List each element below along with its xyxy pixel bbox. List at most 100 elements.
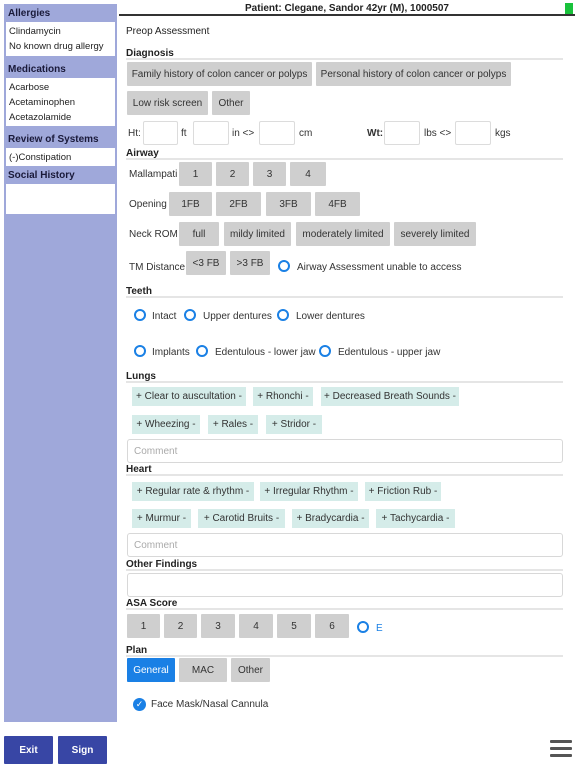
asa-2-button[interactable]: 2	[164, 614, 197, 638]
heart-murmur-tag[interactable]: + Murmur -	[132, 509, 191, 528]
diagnosis-other-button[interactable]: Other	[212, 91, 250, 115]
mallampati-2-button[interactable]: 2	[216, 162, 249, 186]
airway-unable-label: Airway Assessment unable to access	[297, 262, 462, 273]
opening-label: Opening	[129, 199, 167, 210]
heart-bradycardia-tag[interactable]: + Bradycardia -	[292, 509, 369, 528]
teeth-lower-dentures-radio[interactable]	[277, 309, 289, 321]
list-item: Clindamycin	[9, 26, 61, 37]
weight-label: Wt:	[367, 128, 384, 139]
neck-full-button[interactable]: full	[179, 222, 219, 246]
diagnosis-personal-history-button[interactable]: Personal history of colon cancer or poly…	[316, 62, 511, 86]
heart-header: Heart	[126, 464, 563, 476]
neck-mildly-limited-button[interactable]: mildy limited	[224, 222, 291, 246]
neck-severely-limited-button[interactable]: severely limited	[394, 222, 476, 246]
heart-comment-input[interactable]: Comment	[127, 533, 563, 557]
asa-emergency-radio[interactable]	[357, 621, 369, 633]
diagnosis-low-risk-button[interactable]: Low risk screen	[127, 91, 208, 115]
plan-general-button[interactable]: General	[127, 658, 175, 682]
height-label: Ht:	[128, 128, 141, 139]
airway-header: Airway	[126, 148, 563, 160]
teeth-intact-label: Intact	[152, 311, 177, 322]
heart-regular-rhythm-tag[interactable]: + Regular rate & rhythm -	[132, 482, 254, 501]
patient-header: Patient: Clegane, Sandor 42yr (M), 10005…	[119, 2, 575, 16]
lungs-comment-input[interactable]: Comment	[127, 439, 563, 463]
opening-1fb-button[interactable]: 1FB	[169, 192, 212, 216]
mallampati-label: Mallampati	[129, 169, 178, 180]
weight-lbs-input[interactable]	[384, 121, 420, 145]
in-unit: in <>	[232, 128, 255, 139]
asa-4-button[interactable]: 4	[239, 614, 273, 638]
exit-button[interactable]: Exit	[4, 736, 53, 764]
lungs-rales-tag[interactable]: + Rales -	[208, 415, 258, 434]
height-in-input[interactable]	[193, 121, 229, 145]
teeth-edentulous-lower-label: Edentulous - lower jaw	[215, 347, 316, 358]
weight-kgs-input[interactable]	[455, 121, 491, 145]
airway-unable-radio[interactable]	[278, 260, 290, 272]
sign-button[interactable]: Sign	[58, 736, 107, 764]
diagnosis-header: Diagnosis	[126, 48, 563, 60]
allergies-header: Allergies	[4, 4, 117, 22]
kgs-unit: kgs	[495, 128, 511, 139]
opening-3fb-button[interactable]: 3FB	[266, 192, 311, 216]
tm-more-3fb-button[interactable]: >3 FB	[230, 251, 270, 275]
tm-distance-label: TM Distance	[129, 262, 186, 273]
page-title: Preop Assessment	[126, 26, 210, 37]
asa-1-button[interactable]: 1	[127, 614, 160, 638]
main-content: Preop Assessment Diagnosis Family histor…	[119, 18, 575, 724]
heart-friction-rub-tag[interactable]: + Friction Rub -	[365, 482, 441, 501]
heart-tachycardia-tag[interactable]: + Tachycardia -	[376, 509, 455, 528]
opening-4fb-button[interactable]: 4FB	[315, 192, 360, 216]
teeth-lower-dentures-label: Lower dentures	[296, 311, 365, 322]
lungs-wheezing-tag[interactable]: + Wheezing -	[132, 415, 200, 434]
asa-score-header: ASA Score	[126, 598, 563, 610]
height-cm-input[interactable]	[259, 121, 295, 145]
tm-less-3fb-button[interactable]: <3 FB	[186, 251, 226, 275]
teeth-edentulous-lower-radio[interactable]	[196, 345, 208, 357]
neck-moderately-limited-button[interactable]: moderately limited	[296, 222, 390, 246]
lungs-header: Lungs	[126, 371, 563, 383]
teeth-implants-label: Implants	[152, 347, 190, 358]
asa-emergency-label: E	[376, 623, 383, 634]
status-indicator	[565, 3, 573, 14]
teeth-intact-radio[interactable]	[134, 309, 146, 321]
lungs-stridor-tag[interactable]: + Stridor -	[266, 415, 322, 434]
height-ft-input[interactable]	[143, 121, 178, 145]
lungs-clear-tag[interactable]: + Clear to auscultation -	[132, 387, 246, 406]
opening-2fb-button[interactable]: 2FB	[216, 192, 261, 216]
asa-5-button[interactable]: 5	[277, 614, 311, 638]
mallampati-1-button[interactable]: 1	[179, 162, 212, 186]
medications-list: Acarbose Acetaminophen Acetazolamide	[6, 78, 115, 126]
asa-6-button[interactable]: 6	[315, 614, 349, 638]
list-item: No known drug allergy	[9, 41, 104, 52]
asa-3-button[interactable]: 3	[201, 614, 235, 638]
lungs-decreased-breath-tag[interactable]: + Decreased Breath Sounds -	[321, 387, 459, 406]
mallampati-3-button[interactable]: 3	[253, 162, 286, 186]
diagnosis-family-history-button[interactable]: Family history of colon cancer or polyps	[127, 62, 312, 86]
face-mask-label: Face Mask/Nasal Cannula	[151, 699, 269, 710]
lungs-rhonchi-tag[interactable]: + Rhonchi -	[253, 387, 313, 406]
teeth-upper-dentures-radio[interactable]	[184, 309, 196, 321]
face-mask-checkbox[interactable]: ✓	[133, 698, 146, 711]
teeth-edentulous-upper-label: Edentulous - upper jaw	[338, 347, 441, 358]
list-item: Acarbose	[9, 82, 50, 93]
social-history-list	[6, 184, 115, 214]
plan-other-button[interactable]: Other	[231, 658, 270, 682]
heart-irregular-rhythm-tag[interactable]: + Irregular Rhythm -	[260, 482, 358, 501]
cm-unit: cm	[299, 128, 313, 139]
medications-header: Medications	[4, 60, 117, 78]
plan-mac-button[interactable]: MAC	[179, 658, 227, 682]
sidebar: Allergies Clindamycin No known drug alle…	[4, 4, 117, 722]
neck-rom-label: Neck ROM	[129, 229, 178, 240]
teeth-header: Teeth	[126, 286, 563, 298]
mallampati-4-button[interactable]: 4	[290, 162, 326, 186]
lbs-unit: lbs <>	[424, 128, 452, 139]
plan-header: Plan	[126, 645, 563, 657]
allergies-list: Clindamycin No known drug allergy	[6, 22, 115, 56]
teeth-edentulous-upper-radio[interactable]	[319, 345, 331, 357]
other-findings-input[interactable]	[127, 573, 563, 597]
teeth-implants-radio[interactable]	[134, 345, 146, 357]
review-of-systems-header: Review of Systems	[4, 130, 117, 148]
heart-carotid-bruits-tag[interactable]: + Carotid Bruits -	[198, 509, 285, 528]
list-item: Acetazolamide	[9, 112, 72, 123]
menu-icon[interactable]	[550, 740, 572, 760]
